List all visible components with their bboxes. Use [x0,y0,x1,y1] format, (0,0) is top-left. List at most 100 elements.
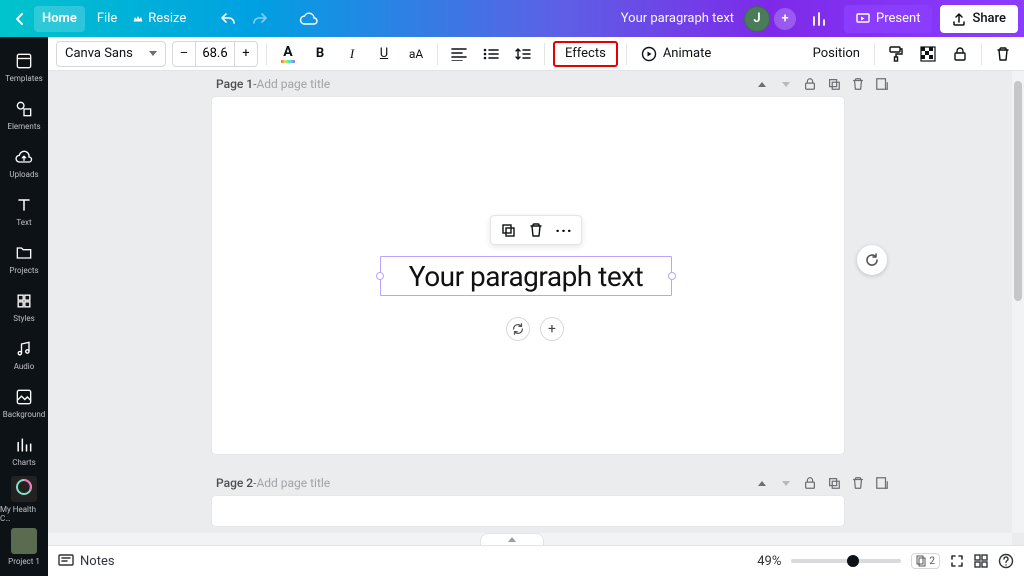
paint-roller-icon [887,45,905,63]
app-thumb-icon [11,528,37,554]
styles-icon [14,291,34,311]
collapse-page-button[interactable] [754,475,770,491]
delete-selection-button[interactable] [523,217,549,243]
add-collaborator-button[interactable]: + [774,8,796,30]
page-1-header: Page 1 - Add page title [212,75,894,97]
sidebar-item-styles[interactable]: Styles [0,283,48,331]
lock-page-button[interactable] [802,76,818,92]
undo-button[interactable] [212,6,244,32]
sidebar-item-label: Charts [12,458,36,467]
zoom-slider[interactable] [791,559,901,563]
duplicate-page-button[interactable] [826,76,842,92]
sidebar-item-projects[interactable]: Projects [0,235,48,283]
add-below-button[interactable]: + [540,317,564,341]
duplicate-selection-button[interactable] [495,217,521,243]
transparency-icon [920,46,936,62]
page-2-title-input[interactable]: Add page title [256,476,330,490]
elements-icon [14,99,34,119]
page-count-chip[interactable]: 2 [911,553,940,569]
font-size-increase[interactable]: + [235,42,257,66]
letter-case-button[interactable]: aA [403,41,429,67]
effects-button[interactable]: Effects [553,41,618,67]
sidebar-item-elements[interactable]: Elements [0,91,48,139]
file-menu[interactable]: File [89,6,125,32]
page-comment-button[interactable] [857,245,887,275]
chevron-up-icon [508,537,516,542]
sidebar-item-app2[interactable]: Project 1 [0,523,48,571]
alignment-button[interactable] [446,41,472,67]
expand-page-button[interactable] [778,76,794,92]
page-tray-toggle[interactable] [480,533,544,545]
present-icon [856,13,870,25]
pages-icon [916,555,926,567]
grid-view-button[interactable] [974,554,988,568]
sidebar-item-uploads[interactable]: Uploads [0,139,48,187]
sidebar-item-audio[interactable]: Audio [0,331,48,379]
resize-handle-left[interactable] [376,272,384,280]
text-element-content: Your paragraph text [409,260,643,293]
page-2-canvas[interactable] [212,496,844,526]
page-1-wrap: Page 1 - Add page title ··· [212,75,894,454]
resize-button[interactable]: Resize [125,6,194,32]
font-family-label: Canva Sans [65,46,133,61]
cloud-sync-button[interactable] [290,6,326,32]
delete-page-button[interactable] [850,76,866,92]
share-button[interactable]: Share [940,5,1018,33]
text-element[interactable]: Your paragraph text [380,256,672,296]
page-2-number: Page 2 [216,476,253,490]
delete-button[interactable] [990,41,1016,67]
position-button[interactable]: Position [807,41,866,67]
add-page-button[interactable] [874,475,890,491]
sidebar-item-app1[interactable]: My Health C… [0,475,48,523]
page-count-value: 2 [929,556,935,567]
sidebar-item-background[interactable]: Background [0,379,48,427]
sidebar-item-label: Projects [9,266,38,275]
page-1-title-input[interactable]: Add page title [256,77,330,91]
italic-button[interactable]: I [339,41,365,67]
back-button[interactable] [6,6,34,32]
lock-page-button[interactable] [802,475,818,491]
fullscreen-button[interactable] [950,554,964,568]
list-button[interactable] [478,41,504,67]
delete-page-button[interactable] [850,475,866,491]
insights-button[interactable] [804,6,836,32]
underline-button[interactable]: U [371,41,397,67]
redo-button[interactable] [244,6,276,32]
animate-icon [641,46,657,62]
refresh-icon [864,252,880,268]
present-label: Present [876,11,920,26]
vertical-scrollbar[interactable] [1012,71,1024,533]
bold-button[interactable]: B [307,41,333,67]
home-button[interactable]: Home [34,6,85,32]
notes-button[interactable]: Notes [80,554,115,569]
document-title[interactable]: Your paragraph text [621,11,744,26]
add-page-button[interactable] [874,76,890,92]
transparency-button[interactable] [915,41,941,67]
sidebar-item-templates[interactable]: Templates [0,43,48,91]
text-icon [14,195,34,215]
page-1-canvas[interactable]: ··· Your paragraph text + [212,97,844,454]
font-size-decrease[interactable]: – [173,42,195,66]
present-button[interactable]: Present [844,5,932,33]
scrollbar-thumb[interactable] [1014,81,1022,301]
more-selection-button[interactable]: ··· [551,217,577,243]
font-family-select[interactable]: Canva Sans [56,41,166,67]
help-button[interactable] [998,553,1014,569]
crown-icon [133,14,143,24]
font-size-input[interactable] [195,42,235,66]
text-color-button[interactable]: A [275,41,301,67]
duplicate-page-button[interactable] [826,475,842,491]
sidebar-item-charts[interactable]: Charts [0,427,48,475]
collapse-page-button[interactable] [754,76,770,92]
avatar[interactable]: J [744,6,770,32]
copy-style-button[interactable] [883,41,909,67]
expand-page-button[interactable] [778,475,794,491]
zoom-slider-knob[interactable] [847,555,859,567]
lock-button[interactable] [947,41,973,67]
animate-button[interactable]: Animate [635,41,717,67]
sidebar-item-text[interactable]: Text [0,187,48,235]
spacing-button[interactable] [510,41,536,67]
regenerate-button[interactable] [506,317,530,341]
resize-handle-right[interactable] [668,272,676,280]
sidebar: Templates Elements Uploads Text Projects… [0,37,48,576]
